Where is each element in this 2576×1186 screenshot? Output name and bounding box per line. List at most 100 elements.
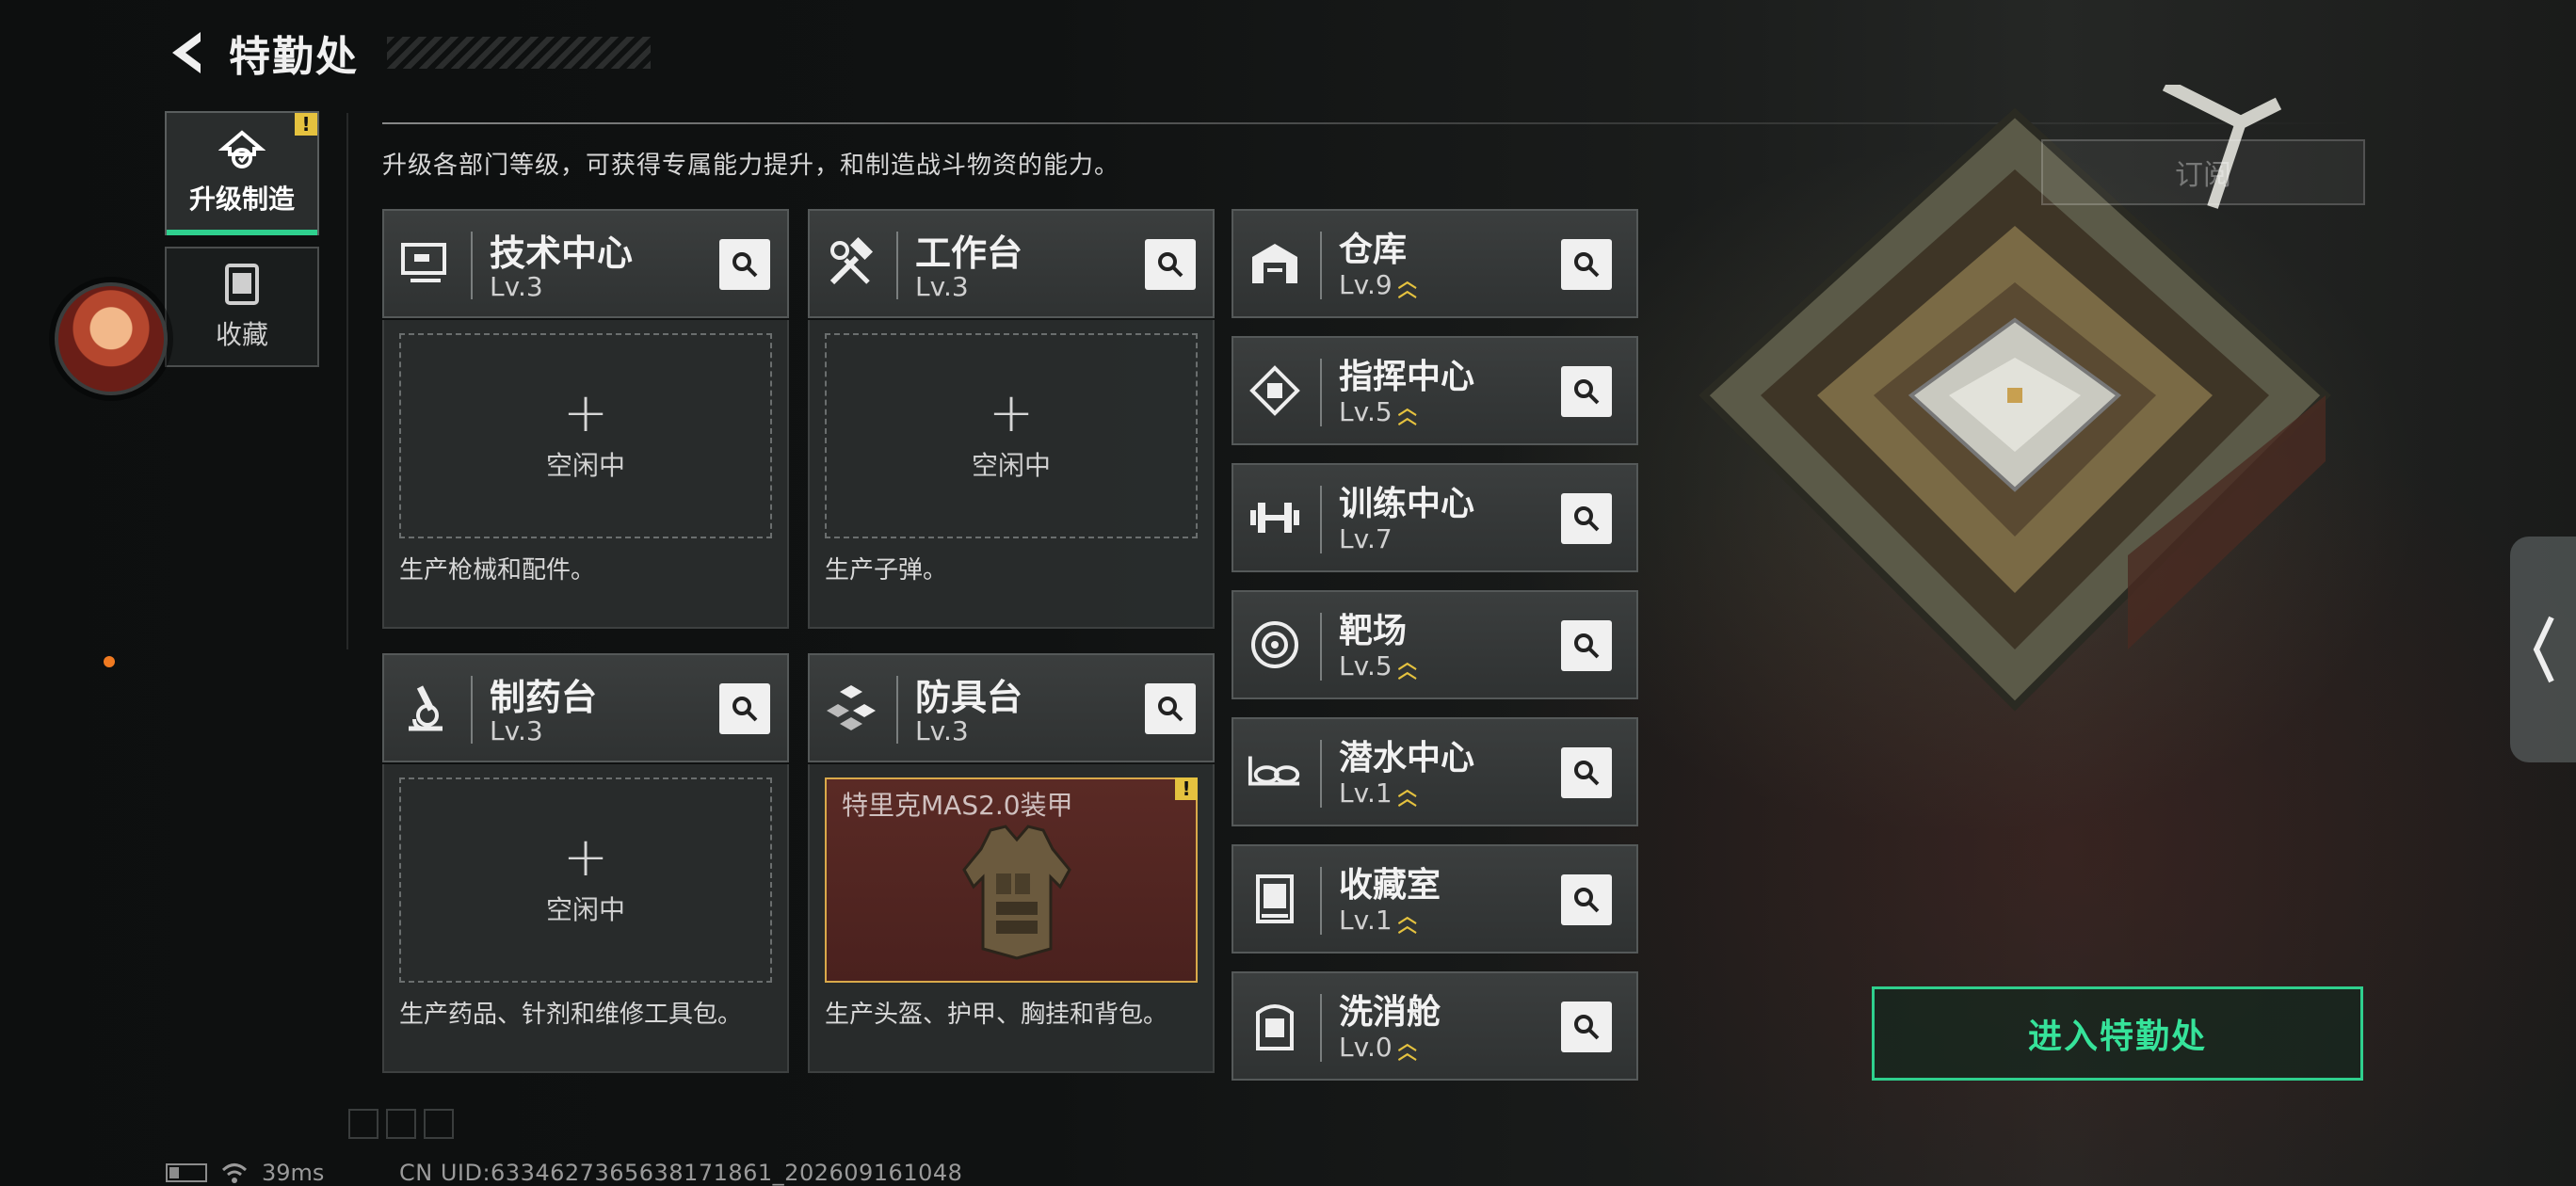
upgrade-available-icon: ︿ ︿ — [1397, 649, 1417, 682]
facility-level: Lv.1 — [1339, 777, 1393, 809]
facility-row-command-center[interactable]: 指挥中心 Lv.5 ︿ ︿ — [1232, 336, 1638, 445]
search-icon — [1158, 697, 1183, 722]
warning-badge: ! — [295, 113, 317, 136]
page-title: 特勤处 — [229, 33, 359, 81]
command-icon — [1247, 362, 1303, 419]
armor-blocks-icon — [823, 680, 879, 736]
upgrade-available-icon: ︿ ︿ — [1397, 1031, 1417, 1064]
workshop-header[interactable]: 工作台 Lv.3 — [808, 209, 1215, 318]
workshop-body: + 空闲中 生产药品、针剂和维修工具包。 — [382, 764, 789, 1073]
workshop-card-armor: 防具台 Lv.3 特里克MAS2.0装甲 ! 生产头盔、护甲、胸挂和背包。 — [808, 653, 1215, 1073]
hammer-wrench-icon — [823, 235, 879, 292]
facility-row-decon-pod[interactable]: 洗消舱 Lv.0 ︿ ︿ — [1232, 971, 1638, 1081]
workshop-body: 特里克MAS2.0装甲 ! 生产头盔、护甲、胸挂和背包。 — [808, 764, 1215, 1073]
avatar[interactable] — [55, 282, 168, 395]
upgrade-available-icon: ︿ ︿ — [1397, 777, 1417, 809]
facility-name: 收藏室 — [1339, 866, 1441, 905]
production-slot[interactable]: + 空闲中 — [399, 333, 772, 538]
workshop-card-pharmacy: 制药台 Lv.3 + 空闲中 生产药品、针剂和维修工具包。 — [382, 653, 789, 1073]
battery-icon — [166, 1163, 207, 1182]
decon-pod-icon — [1247, 998, 1303, 1054]
inspect-button[interactable] — [1561, 1002, 1612, 1052]
inspect-button[interactable] — [1145, 239, 1196, 290]
rail-item-collection[interactable]: 收藏 — [165, 247, 319, 367]
title-decoration — [387, 37, 651, 69]
inspect-button[interactable] — [1561, 747, 1612, 798]
enter-button-label: 进入特勤处 — [2027, 1018, 2207, 1056]
production-slot[interactable]: + 空闲中 — [825, 333, 1198, 538]
inspect-button[interactable] — [719, 239, 770, 290]
facility-level: Lv.7 — [1339, 523, 1393, 554]
workshop-body: + 空闲中 生产子弹。 — [808, 320, 1215, 629]
side-panel-toggle[interactable] — [2510, 537, 2576, 762]
facility-level: Lv.5 — [1339, 396, 1393, 427]
enter-special-ops-button[interactable]: 进入特勤处 — [1872, 986, 2363, 1081]
inspect-button[interactable] — [1561, 366, 1612, 417]
upgrade-available-icon: ︿ ︿ — [1397, 268, 1417, 301]
facility-level: Lv.5 — [1339, 650, 1393, 681]
divider — [346, 113, 348, 649]
facility-row-diving-center[interactable]: 潜水中心 Lv.1 ︿ ︿ — [1232, 717, 1638, 826]
workshop-header[interactable]: 技术中心 Lv.3 — [382, 209, 789, 318]
workshop-card-tech-center: 技术中心 Lv.3 + 空闲中 生产枪械和配件。 — [382, 209, 789, 629]
search-icon — [1574, 379, 1600, 405]
workshop-header[interactable]: 制药台 Lv.3 — [382, 653, 789, 762]
search-icon — [733, 697, 758, 722]
back-button[interactable] — [165, 28, 210, 77]
slot-status: 空闲中 — [545, 450, 625, 481]
slot-status: 空闲中 — [545, 894, 625, 925]
page-description: 升级各部门等级，可获得专属能力提升，和制造战斗物资的能力。 — [382, 152, 1120, 180]
production-item-slot[interactable]: 特里克MAS2.0装甲 ! — [825, 777, 1198, 983]
facility-row-collection-room[interactable]: 收藏室 Lv.1 ︿ ︿ — [1232, 844, 1638, 954]
inspect-button[interactable] — [1561, 493, 1612, 544]
diving-mask-icon — [1247, 744, 1303, 800]
search-icon — [1158, 252, 1183, 278]
workshop-name: 工作台 — [915, 232, 1023, 274]
ping-value: 39ms — [262, 1160, 325, 1186]
facility-level: Lv.1 — [1339, 905, 1393, 936]
rail-item-upgrade-craft[interactable]: ! 升级制造 — [165, 111, 319, 235]
search-icon — [1574, 633, 1600, 659]
workshop-body: + 空闲中 生产枪械和配件。 — [382, 320, 789, 629]
workshop-level: Lv.3 — [915, 715, 969, 746]
body-armor-image — [962, 825, 1071, 960]
plus-icon: + — [988, 380, 1035, 444]
facility-name: 靶场 — [1339, 612, 1408, 650]
subscribe-button[interactable]: 订阅 — [2041, 139, 2365, 205]
upgrade-available-icon: ︿ ︿ — [1397, 904, 1417, 937]
facility-name: 洗消舱 — [1339, 993, 1441, 1032]
active-indicator — [167, 230, 317, 235]
facility-row-warehouse[interactable]: 仓库 Lv.9 ︿ ︿ — [1232, 209, 1638, 318]
chevron-left-icon — [2533, 616, 2554, 683]
search-icon — [1574, 888, 1600, 913]
status-bar: 39ms — [166, 1160, 324, 1186]
workshop-name: 制药台 — [490, 677, 598, 718]
decoration — [348, 1109, 454, 1139]
facility-row-shooting-range[interactable]: 靶场 Lv.5 ︿ ︿ — [1232, 590, 1638, 699]
collection-icon — [225, 264, 259, 305]
target-icon — [1247, 617, 1303, 673]
item-name: 特里克MAS2.0装甲 — [842, 790, 1073, 821]
search-icon — [1574, 252, 1600, 278]
user-uid: CN UID:6334627365638171861_202609161048 — [399, 1160, 963, 1186]
monitor-icon — [397, 235, 454, 292]
facility-level: Lv.0 — [1339, 1032, 1393, 1063]
rail-item-label: 收藏 — [215, 319, 268, 350]
inspect-button[interactable] — [719, 683, 770, 734]
production-slot[interactable]: + 空闲中 — [399, 777, 772, 983]
facility-row-training-center[interactable]: 训练中心 Lv.7 — [1232, 463, 1638, 572]
facility-name: 仓库 — [1339, 231, 1408, 269]
inspect-button[interactable] — [1561, 620, 1612, 671]
inspect-button[interactable] — [1561, 239, 1612, 290]
inspect-button[interactable] — [1561, 874, 1612, 925]
warning-badge: ! — [1175, 777, 1198, 800]
facility-level: Lv.9 — [1339, 269, 1393, 300]
workshop-name: 防具台 — [915, 677, 1023, 718]
plus-icon: + — [562, 380, 609, 444]
search-icon — [1574, 506, 1600, 532]
workshop-description: 生产子弹。 — [825, 556, 948, 585]
inspect-button[interactable] — [1145, 683, 1196, 734]
workshop-header[interactable]: 防具台 Lv.3 — [808, 653, 1215, 762]
microscope-icon — [397, 680, 454, 736]
warehouse-icon — [1247, 235, 1303, 292]
